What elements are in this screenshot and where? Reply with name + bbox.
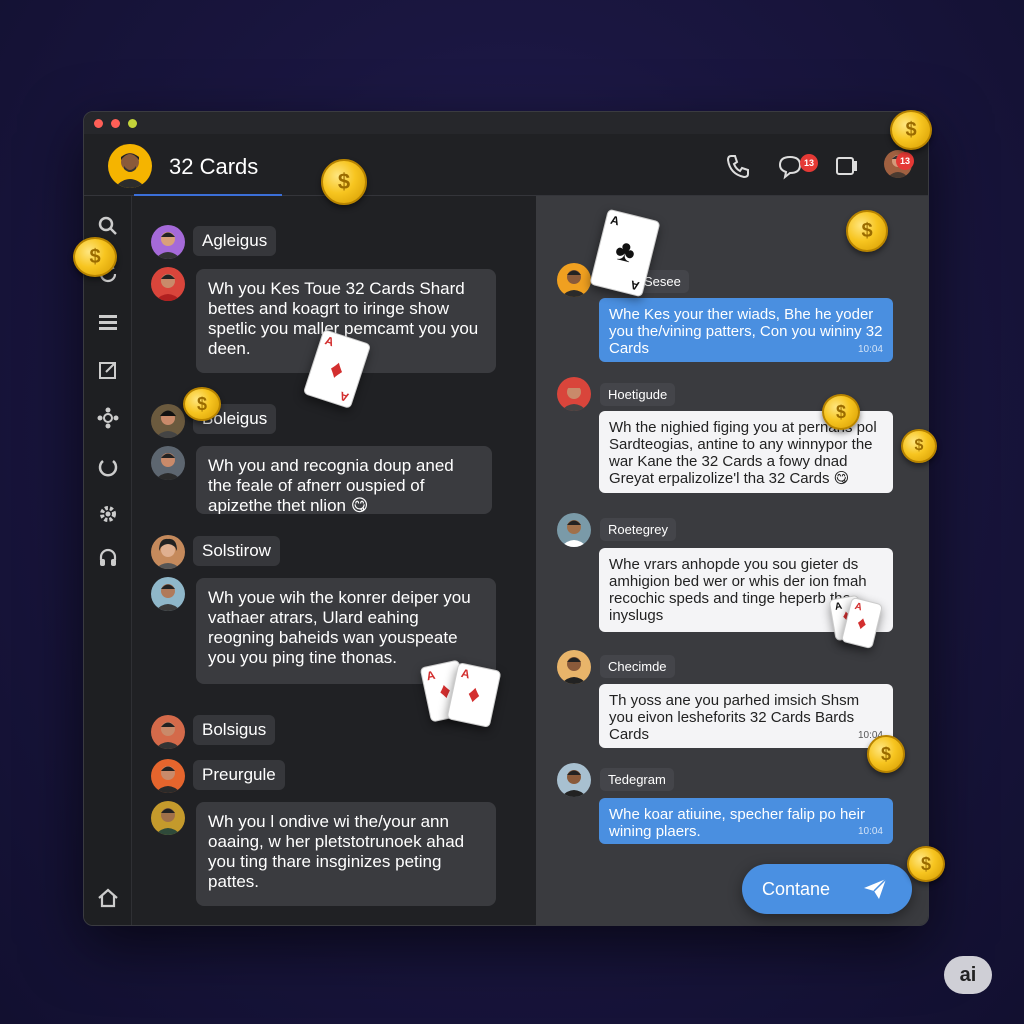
group-avatar[interactable] [108, 144, 152, 188]
coin-icon: $ [822, 394, 860, 430]
sender-name: Roetegrey [600, 518, 676, 541]
coin-icon: $ [867, 735, 905, 773]
headset-icon[interactable] [96, 546, 120, 570]
sender-name: Checimde [600, 655, 675, 678]
sender-name: Agleigus [193, 226, 277, 256]
sidebar [84, 196, 132, 925]
message-bubble[interactable]: Wh you l ondive wi the/your ann oaaing, … [196, 802, 496, 906]
send-label: Contane [762, 879, 831, 899]
message-text: Whe koar atiuine, specher falip po heir … [609, 806, 865, 840]
sender-name: Hoetigude [600, 383, 676, 406]
coin-icon: $ [73, 237, 117, 277]
chat-title: 32 Cards [169, 154, 259, 179]
avatar[interactable] [151, 759, 185, 793]
coin-icon: $ [846, 210, 888, 252]
send-button[interactable]: Contane [742, 864, 912, 914]
title-bar [84, 112, 928, 134]
close-window-button[interactable] [94, 119, 103, 128]
coin-icon: $ [907, 846, 945, 882]
paper-plane-icon [864, 878, 887, 899]
sender-name: Solstirow [193, 536, 280, 566]
avatar[interactable] [557, 263, 591, 297]
coin-icon: $ [183, 387, 221, 421]
avatar[interactable] [151, 225, 185, 259]
home-icon[interactable] [96, 886, 120, 910]
message-time: 10:04 [857, 826, 883, 837]
maximize-window-button[interactable] [128, 119, 137, 128]
message-bubble[interactable]: Whe koar atiuine, specher falip po heir … [599, 798, 893, 844]
message-text: Th yoss ane you parhed imsich Shsm you e… [609, 692, 860, 743]
ai-watermark: ai [944, 956, 992, 994]
sender-name: Preurgule [193, 760, 285, 790]
sender-name: Bolsigus [193, 715, 276, 745]
message-bubble[interactable]: Whe Kes your ther wiads, Bhe he yoder yo… [599, 298, 893, 362]
message-time: 10:04 [857, 344, 883, 355]
phone-icon[interactable] [724, 152, 752, 180]
list-icon[interactable] [96, 310, 120, 334]
avatar[interactable] [557, 513, 591, 547]
avatar[interactable] [151, 404, 185, 438]
left-chat-pane[interactable]: Agleigus Wh you Kes Toue 32 Cards Shard … [132, 196, 536, 925]
coin-icon: $ [901, 429, 937, 463]
avatar[interactable] [151, 715, 185, 749]
avatar[interactable] [151, 446, 185, 480]
message-bubble[interactable]: Th yoss ane you parhed imsich Shsm you e… [599, 684, 893, 748]
coin-icon: $ [321, 159, 367, 205]
avatar[interactable] [151, 267, 185, 301]
power-icon[interactable] [96, 454, 120, 478]
avatar[interactable] [151, 535, 185, 569]
avatar[interactable] [557, 377, 591, 411]
message-text: Whe Kes your ther wiads, Bhe he yoder yo… [609, 306, 883, 357]
right-chat-pane[interactable]: Sesee Whe Kes your ther wiads, Bhe he yo… [536, 196, 928, 925]
sender-name: Tedegram [600, 768, 674, 791]
avatar[interactable] [557, 650, 591, 684]
profile-badge: 13 [896, 152, 914, 170]
settings-icon[interactable] [96, 502, 120, 526]
gear-flower-icon[interactable] [96, 406, 120, 430]
chat-window: 32 Cards 13 13 Agleigus Wh you Kes Toue … [83, 111, 929, 926]
avatar[interactable] [557, 763, 591, 797]
chat-header: 32 Cards 13 13 [84, 134, 928, 196]
search-icon[interactable] [96, 214, 120, 238]
message-bubble[interactable]: Wh you and recognia doup aned the feale … [196, 446, 492, 514]
video-icon[interactable] [832, 152, 860, 180]
avatar[interactable] [151, 577, 185, 611]
edit-icon[interactable] [96, 358, 120, 382]
avatar[interactable] [151, 801, 185, 835]
chat-badge: 13 [800, 154, 818, 172]
coin-icon: $ [890, 110, 932, 150]
minimize-window-button[interactable] [111, 119, 120, 128]
